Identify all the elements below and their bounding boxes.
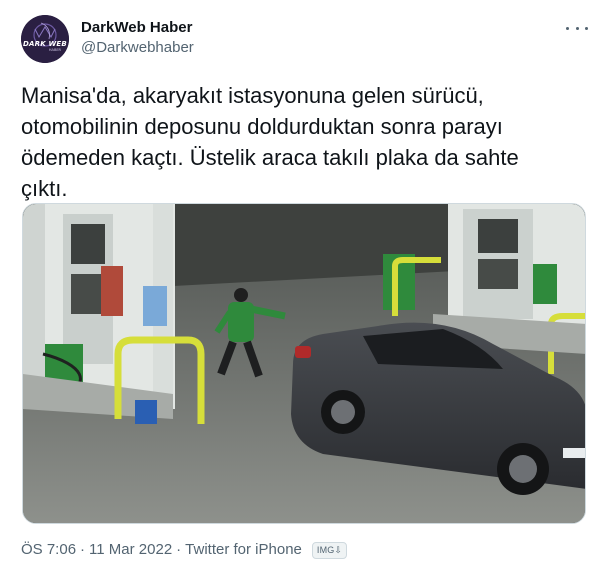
tweet-meta: ÖS 7:06 · 11 Mar 2022 · Twitter for iPho… [21,540,348,560]
avatar[interactable]: DARK WEB HABER [21,15,69,63]
tweet-time[interactable]: ÖS 7:06 [21,540,76,560]
more-horizontal-icon-dot [585,26,588,30]
img-download-badge[interactable]: IMG⇩ [311,541,348,559]
more-horizontal-icon [566,26,569,30]
meta-separator: · [176,541,182,558]
avatar-logo-text: DARK WEB [23,40,67,48]
author-handle[interactable]: @Darkwebhaber [81,39,194,57]
avatar-logo-subtext: HABER [48,48,61,52]
gas-station-photo [23,204,585,523]
author-display-name[interactable]: DarkWeb Haber [81,19,192,37]
tweet-media-photo[interactable] [22,203,586,524]
tweet-text: Manisa'da, akaryakıt istasyonuna gelen s… [21,83,519,201]
meta-separator: · [80,541,86,558]
more-horizontal-icon-dot [575,26,579,30]
tweet-source[interactable]: Twitter for iPhone [185,540,302,560]
tweet-date[interactable]: 11 Mar 2022 [89,540,172,560]
more-options-button[interactable] [566,18,588,38]
avatar-emblem-icon [21,15,69,63]
